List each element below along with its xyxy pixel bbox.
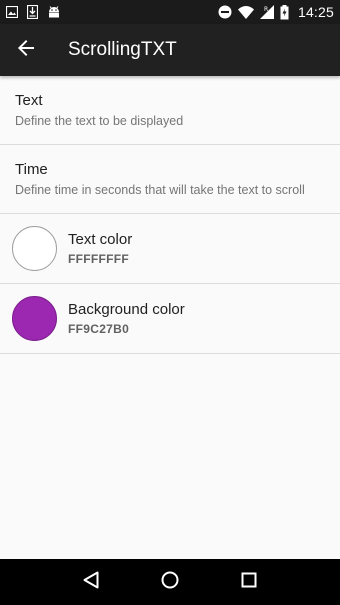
pref-time[interactable]: Time Define time in seconds that will ta… — [0, 145, 340, 214]
pref-title: Background color — [68, 301, 185, 318]
pref-title: Text color — [68, 231, 133, 248]
image-icon — [6, 6, 18, 18]
pref-background-color[interactable]: Background color FF9C27B0 — [0, 284, 340, 354]
battery-charging-icon — [280, 4, 289, 20]
svg-text:R: R — [264, 6, 268, 13]
color-swatch — [12, 226, 57, 271]
preferences-list: Text Define the text to be displayed Tim… — [0, 76, 340, 354]
back-button[interactable] — [0, 24, 52, 76]
status-left-icons — [6, 5, 61, 19]
nav-recents-button[interactable] — [229, 562, 269, 602]
android-icon — [47, 5, 61, 19]
pref-title: Time — [15, 160, 48, 178]
app-bar: ScrollingTXT — [0, 24, 340, 76]
status-time: 14:25 — [297, 4, 334, 20]
pref-text-color[interactable]: Text color FFFFFFFF — [0, 214, 340, 284]
color-value: FFFFFFFF — [68, 252, 130, 266]
pref-title: Text — [15, 91, 43, 109]
pref-text[interactable]: Text Define the text to be displayed — [0, 76, 340, 145]
navigation-bar — [0, 559, 340, 605]
nav-back-button[interactable] — [71, 562, 111, 602]
pref-summary: Define the text to be displayed — [15, 113, 184, 128]
pref-summary: Define time in seconds that will take th… — [15, 182, 305, 197]
home-circle-icon — [161, 571, 179, 594]
status-bar: R 14:25 — [0, 0, 340, 24]
wifi-icon — [237, 5, 254, 19]
status-right-icons: R 14:25 — [218, 4, 334, 20]
back-triangle-icon — [83, 571, 99, 594]
arrow-back-icon — [18, 39, 34, 61]
recents-square-icon — [241, 572, 257, 593]
download-icon — [27, 5, 38, 19]
do-not-disturb-icon — [218, 5, 232, 19]
page-title: ScrollingTXT — [68, 39, 177, 60]
color-value: FF9C27B0 — [68, 322, 130, 336]
signal-icon: R — [259, 5, 274, 19]
nav-home-button[interactable] — [150, 562, 190, 602]
color-swatch — [12, 296, 57, 341]
